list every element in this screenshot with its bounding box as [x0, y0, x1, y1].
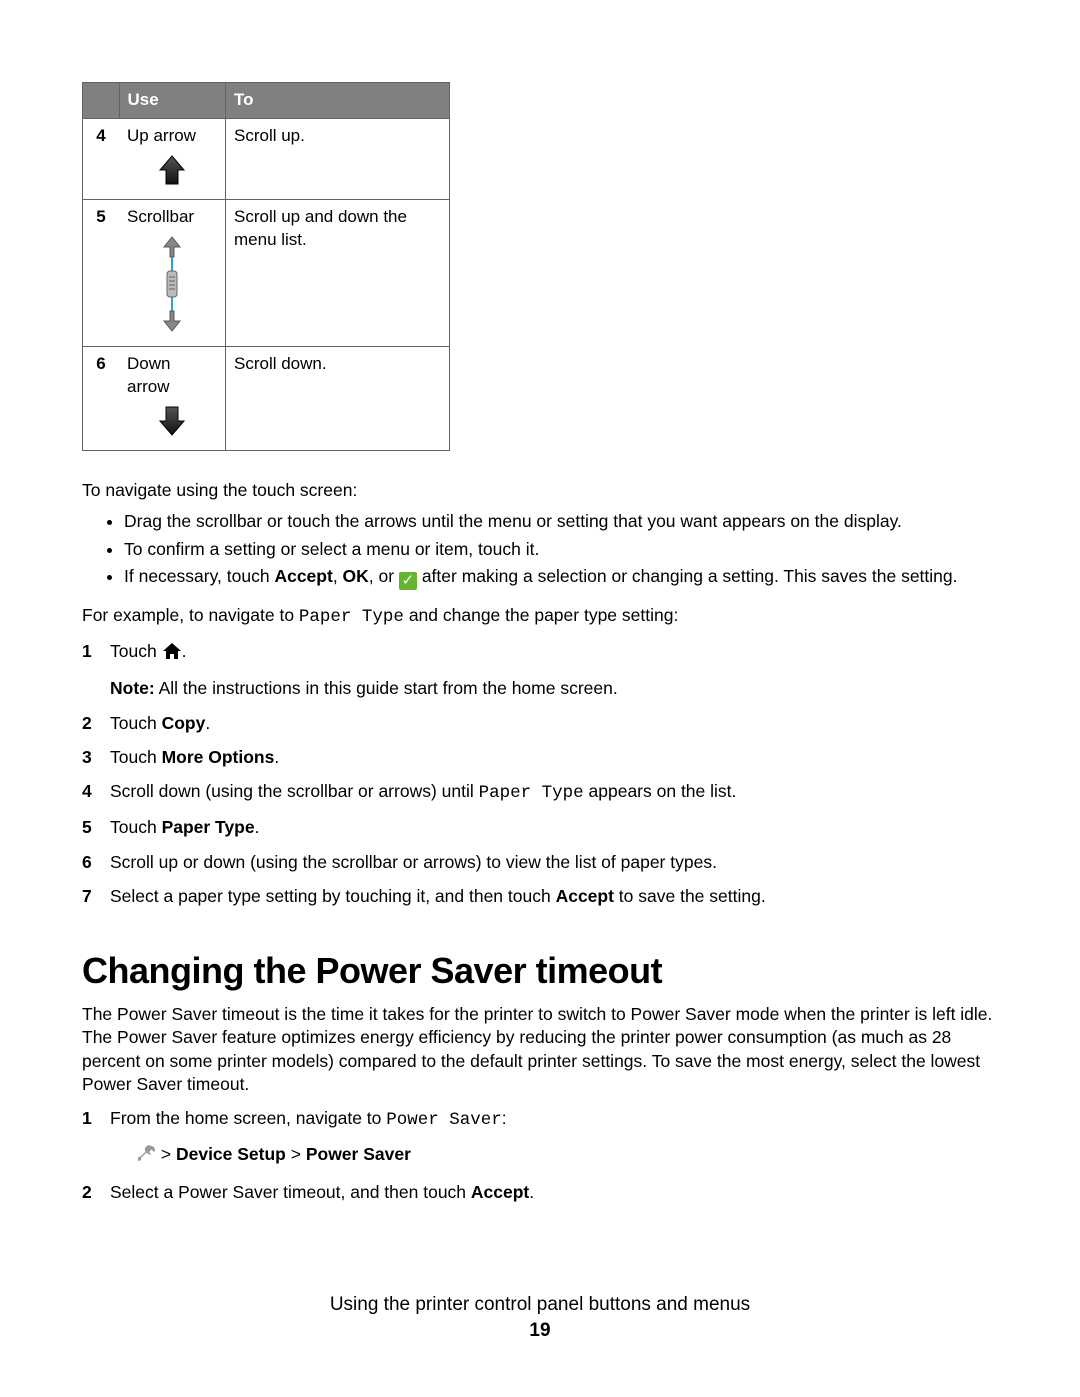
step: 7 Select a paper type setting by touchin… [82, 883, 998, 909]
up-arrow-icon [127, 154, 217, 193]
power-saver-para: The Power Saver timeout is the time it t… [82, 1003, 998, 1098]
footer-page-number: 19 [0, 1320, 1080, 1342]
step-number: 5 [82, 814, 92, 840]
ok-label: OK [343, 566, 369, 586]
text: > [286, 1144, 306, 1164]
step: 5 Touch Paper Type. [82, 814, 998, 840]
step-number: 1 [82, 1105, 92, 1131]
nav-path: > Device Setup > Power Saver [110, 1141, 998, 1170]
code-text: Power Saver [386, 1110, 502, 1130]
step-number: 2 [82, 1179, 92, 1205]
step-number: 6 [82, 849, 92, 875]
table-row: 6 Down arrow Scrol [83, 346, 450, 450]
text: > [161, 1144, 176, 1164]
step-number: 1 [82, 638, 92, 664]
accept-label: Accept [471, 1182, 529, 1202]
row-use-label: Scrollbar [127, 207, 194, 226]
row-use-label: Down arrow [127, 354, 170, 396]
path-device-setup: Device Setup [176, 1144, 286, 1164]
footer-title: Using the printer control panel buttons … [0, 1294, 1080, 1316]
th-use: Use [119, 83, 226, 119]
text: For example, to navigate to [82, 605, 299, 625]
note-text: All the instructions in this guide start… [155, 678, 618, 698]
text: : [502, 1108, 507, 1128]
step-number: 7 [82, 883, 92, 909]
list-item: To confirm a setting or select a menu or… [124, 538, 998, 562]
text: appears on the list. [584, 781, 737, 801]
down-arrow-icon [127, 405, 217, 444]
code-text: Paper Type [479, 783, 584, 803]
row-use: Down arrow [119, 346, 226, 450]
text: Scroll down (using the scrollbar or arro… [110, 781, 479, 801]
step: 3 Touch More Options. [82, 744, 998, 770]
text: Touch [110, 817, 162, 837]
row-to: Scroll up and down the menu list. [226, 199, 450, 346]
list-item: If necessary, touch Accept, OK, or ✓ aft… [124, 565, 998, 590]
row-index: 5 [83, 199, 120, 346]
text: Select a Power Saver timeout, and then t… [110, 1182, 471, 1202]
step-number: 4 [82, 778, 92, 804]
more-options-label: More Options [162, 747, 275, 767]
text: If necessary, touch [124, 566, 274, 586]
path-power-saver: Power Saver [306, 1144, 411, 1164]
step-note: Note: All the instructions in this guide… [110, 675, 998, 701]
step: 2 Select a Power Saver timeout, and then… [82, 1179, 998, 1205]
text: , or [369, 566, 399, 586]
th-blank [83, 83, 120, 119]
section-heading: Changing the Power Saver timeout [82, 951, 998, 991]
list-item: Drag the scrollbar or touch the arrows u… [124, 510, 998, 534]
nav-intro: To navigate using the touch screen: [82, 479, 998, 503]
accept-label: Accept [274, 566, 332, 586]
row-use: Up arrow [119, 118, 226, 199]
th-to: To [226, 83, 450, 119]
row-use-label: Up arrow [127, 126, 196, 145]
step-number: 2 [82, 710, 92, 736]
home-icon [162, 644, 182, 664]
step: 1 Touch . Note: All the instructions in … [82, 638, 998, 702]
step: 4 Scroll down (using the scrollbar or ar… [82, 778, 998, 806]
text: Touch [110, 747, 162, 767]
step: 2 Touch Copy. [82, 710, 998, 736]
text: Select a paper type setting by touching … [110, 886, 556, 906]
text: Scroll up or down (using the scrollbar o… [110, 852, 717, 872]
text: to save the setting. [614, 886, 766, 906]
text: From the home screen, navigate to [110, 1108, 386, 1128]
paper-type-label: Paper Type [162, 817, 255, 837]
power-saver-steps: 1 From the home screen, navigate to Powe… [82, 1105, 998, 1205]
step-number: 3 [82, 744, 92, 770]
text: and change the paper type setting: [404, 605, 678, 625]
text: Touch [110, 713, 162, 733]
text: . [182, 641, 187, 661]
text: , [333, 566, 343, 586]
row-index: 6 [83, 346, 120, 450]
page-footer: Using the printer control panel buttons … [0, 1294, 1080, 1342]
controls-table: Use To 4 Up arrow [82, 82, 450, 451]
check-icon: ✓ [399, 572, 417, 590]
row-to: Scroll up. [226, 118, 450, 199]
text: . [255, 817, 260, 837]
text: . [274, 747, 279, 767]
text: . [529, 1182, 534, 1202]
code-text: Paper Type [299, 607, 404, 627]
table-row: 5 Scrollbar [83, 199, 450, 346]
copy-label: Copy [162, 713, 206, 733]
text: . [205, 713, 210, 733]
nav-bullets: Drag the scrollbar or touch the arrows u… [82, 510, 998, 590]
note-label: Note: [110, 678, 155, 698]
scrollbar-icon [127, 235, 217, 340]
table-row: 4 Up arrow Scroll [83, 118, 450, 199]
row-use: Scrollbar [119, 199, 226, 346]
step: 1 From the home screen, navigate to Powe… [82, 1105, 998, 1171]
row-to: Scroll down. [226, 346, 450, 450]
accept-label: Accept [556, 886, 614, 906]
text: after making a selection or changing a s… [417, 566, 958, 586]
wrench-icon [138, 1147, 161, 1167]
example-intro: For example, to navigate to Paper Type a… [82, 604, 998, 630]
example-steps: 1 Touch . Note: All the instructions in … [82, 638, 998, 909]
step: 6 Scroll up or down (using the scrollbar… [82, 849, 998, 875]
text: Touch [110, 641, 162, 661]
row-index: 4 [83, 118, 120, 199]
